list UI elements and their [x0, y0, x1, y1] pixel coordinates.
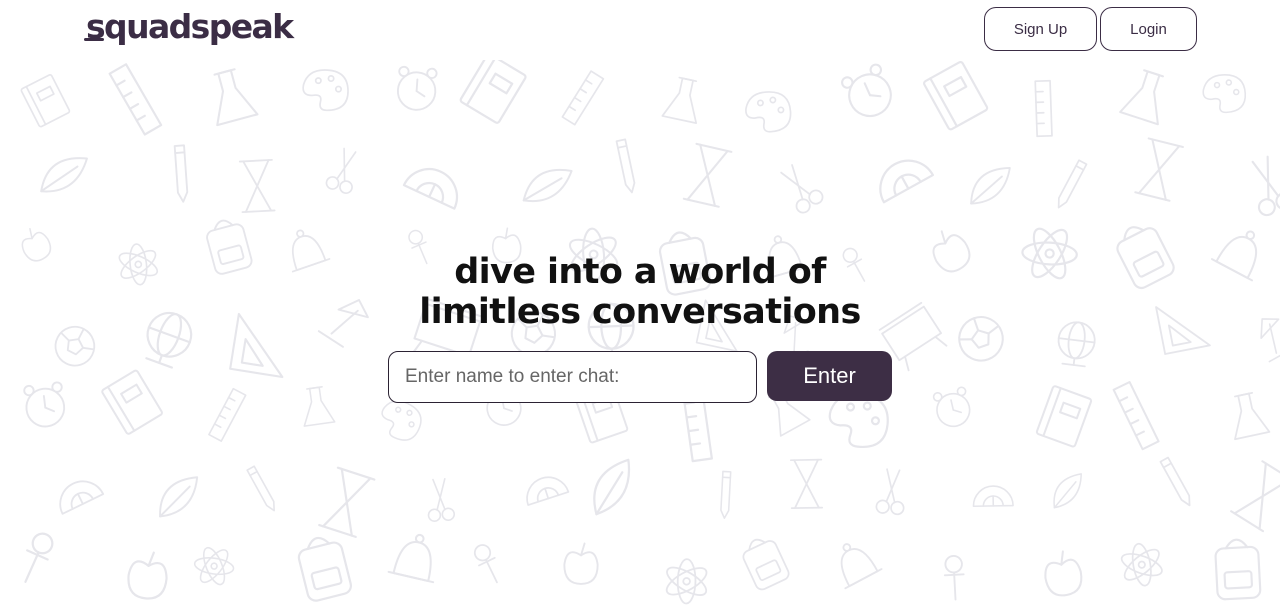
- hourglass-icon: [1230, 460, 1280, 533]
- protractor-icon: [879, 159, 934, 204]
- pin-icon: [943, 554, 965, 601]
- top-navigation: squadspeak Sign Up Login: [0, 0, 1280, 60]
- scissors-icon: [780, 164, 824, 214]
- logo-text: squadspeak: [86, 6, 294, 46]
- flask-icon: [1234, 391, 1271, 441]
- doodle-pattern: [20, 60, 1280, 605]
- pencil-icon: [246, 465, 275, 512]
- doodle-background: [0, 60, 1280, 610]
- leaf-icon: [40, 157, 88, 193]
- palette-icon: [745, 91, 792, 133]
- enter-chat-button[interactable]: Enter: [767, 351, 892, 401]
- leaf-icon: [970, 167, 1011, 205]
- flask-icon: [213, 68, 259, 127]
- book-icon: [459, 60, 527, 124]
- book-icon: [20, 73, 71, 128]
- leaf-icon: [159, 476, 199, 518]
- clock-icon: [23, 381, 66, 428]
- hero-section: dive into a world of limitless conversat…: [0, 252, 1280, 332]
- landing-page: squadspeak Sign Up Login dive into a wor…: [0, 0, 1280, 610]
- pencil-icon: [1159, 456, 1191, 507]
- flask-icon: [661, 76, 698, 124]
- atom-icon: [193, 546, 235, 586]
- palette-icon: [1202, 74, 1247, 114]
- logo-underscore-mark: [84, 38, 104, 41]
- scissors-icon: [427, 477, 456, 522]
- scissors-icon: [875, 468, 905, 516]
- backpack-icon: [297, 536, 353, 602]
- book-icon: [1035, 385, 1093, 448]
- backpack-icon: [1214, 538, 1262, 601]
- name-input[interactable]: [388, 351, 757, 403]
- hourglass-icon: [1134, 137, 1184, 202]
- pin-icon: [473, 544, 498, 584]
- backpack-icon: [742, 538, 790, 591]
- hourglass-icon: [682, 142, 733, 208]
- headline-line-1: dive into a world of: [454, 252, 826, 292]
- flask-icon: [1119, 69, 1164, 126]
- ruler-icon: [108, 63, 163, 136]
- leaf-icon: [522, 168, 573, 203]
- protractor-icon: [526, 476, 570, 506]
- login-button[interactable]: Login: [1100, 7, 1197, 51]
- leaf-icon: [593, 458, 631, 516]
- protractor-icon: [402, 168, 459, 210]
- scissors-icon: [1251, 155, 1280, 217]
- pencil-icon: [615, 138, 636, 194]
- clock-icon: [396, 65, 438, 111]
- clock-icon: [932, 386, 971, 428]
- book-icon: [101, 369, 163, 435]
- scissors-icon: [325, 147, 357, 194]
- pencil-icon: [720, 470, 732, 519]
- pencil-icon: [173, 144, 189, 203]
- bell-icon: [387, 533, 435, 584]
- flask-icon: [303, 386, 336, 427]
- atom-icon: [1120, 542, 1163, 587]
- ruler-icon: [1112, 381, 1160, 451]
- ruler-icon: [208, 387, 247, 442]
- signup-button[interactable]: Sign Up: [984, 7, 1097, 51]
- apple-icon: [127, 551, 168, 600]
- hourglass-icon: [238, 158, 276, 214]
- pin-icon: [24, 532, 54, 583]
- headline-line-2: limitless conversations: [419, 292, 861, 332]
- enter-chat-form: Enter: [388, 351, 892, 403]
- pencil-icon: [1057, 159, 1088, 209]
- hourglass-icon: [789, 458, 824, 510]
- book-icon: [923, 60, 989, 131]
- atom-icon: [665, 558, 708, 605]
- ruler-icon: [1034, 79, 1053, 138]
- bell-icon: [840, 543, 883, 590]
- hero-headline: dive into a world of limitless conversat…: [0, 252, 1280, 332]
- brand-logo[interactable]: squadspeak: [84, 2, 294, 50]
- palette-icon: [302, 69, 349, 112]
- apple-icon: [1044, 550, 1083, 597]
- apple-icon: [563, 542, 599, 585]
- protractor-icon: [972, 485, 1014, 508]
- leaf-icon: [1053, 473, 1082, 509]
- protractor-icon: [59, 480, 105, 515]
- clock-icon: [841, 63, 892, 118]
- hourglass-icon: [318, 466, 376, 538]
- ruler-icon: [561, 70, 605, 126]
